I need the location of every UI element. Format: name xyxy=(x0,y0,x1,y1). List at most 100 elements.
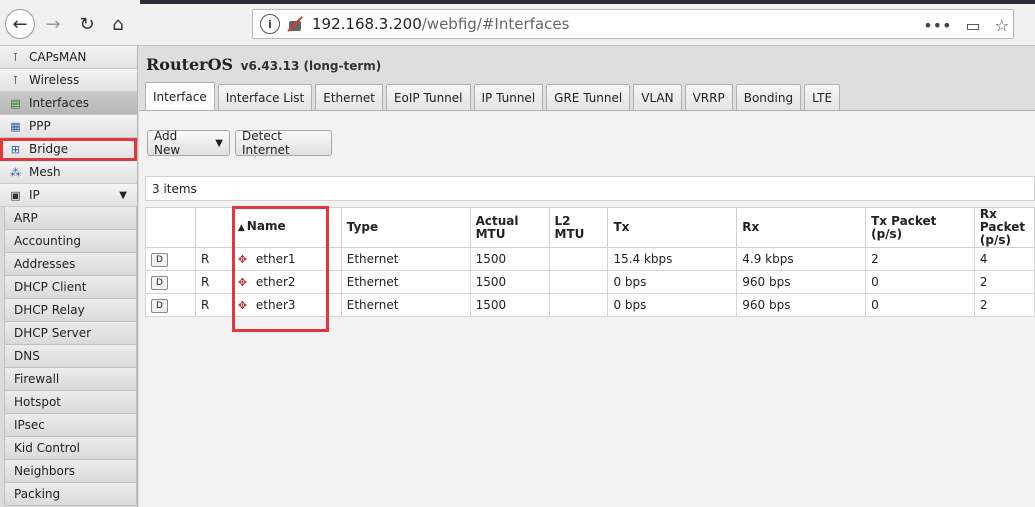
disable-button[interactable]: D xyxy=(151,299,168,313)
ip-icon: ▣ xyxy=(10,188,21,202)
flag-cell: R xyxy=(194,247,233,271)
tab-ip-tunnel[interactable]: IP Tunnel xyxy=(473,84,544,110)
column-header-flags[interactable] xyxy=(194,207,233,248)
info-icon[interactable]: i xyxy=(260,14,280,34)
tab-interface-list[interactable]: Interface List xyxy=(217,84,313,110)
tab-interface[interactable]: Interface xyxy=(145,82,215,110)
address-bar[interactable]: i 192.168.3.200/webfig/#Interfaces ••• ▭… xyxy=(252,9,1014,39)
sidebar-item-label: Interfaces xyxy=(29,96,89,110)
column-header-actual-mtu[interactable]: Actual MTU xyxy=(469,207,550,248)
column-header-rx-packet[interactable]: Rx Packet (p/s) xyxy=(973,207,1035,248)
submenu-item-arp[interactable]: ARP xyxy=(4,207,137,230)
tab-ethernet[interactable]: Ethernet xyxy=(315,84,383,110)
ppp-icon: ▦ xyxy=(10,119,21,133)
type-cell: Ethernet xyxy=(340,247,471,271)
mtu-cell: 1500 xyxy=(469,270,550,294)
browser-toolbar: ← → ↻ ⌂ i 192.168.3.200/webfig/#Interfac… xyxy=(0,0,1035,46)
tab-eoip-tunnel[interactable]: EoIP Tunnel xyxy=(385,84,471,110)
sidebar-item-label: Mesh xyxy=(29,165,61,179)
sidebar-item-wireless[interactable]: ⊺ Wireless xyxy=(0,69,137,92)
flag-cell: R xyxy=(194,270,233,294)
column-header-tx[interactable]: Tx xyxy=(607,207,738,248)
reload-button[interactable]: ↻ xyxy=(72,9,102,39)
disable-button[interactable]: D xyxy=(151,276,168,290)
submenu-item-addresses[interactable]: Addresses xyxy=(4,253,137,276)
type-cell: Ethernet xyxy=(340,293,471,317)
sidebar-item-label: Wireless xyxy=(29,73,80,87)
column-header-tx-packet[interactable]: Tx Packet (p/s) xyxy=(865,207,975,248)
rx-packet-cell: 2 xyxy=(973,270,1035,294)
submenu-item-dns[interactable]: DNS xyxy=(4,345,137,368)
submenu-item-kid-control[interactable]: Kid Control xyxy=(4,437,137,460)
sidebar-item-interfaces[interactable]: ▤ Interfaces xyxy=(0,92,137,115)
mtu-cell: 1500 xyxy=(469,247,550,271)
submenu-item-dhcp-relay[interactable]: DHCP Relay xyxy=(4,299,137,322)
insecure-lock-icon[interactable] xyxy=(286,15,304,33)
column-header-l2-mtu[interactable]: L2 MTU xyxy=(548,207,609,248)
detect-internet-button[interactable]: Detect Internet xyxy=(235,129,332,157)
sidebar-item-bridge[interactable]: ⊞ Bridge xyxy=(0,138,137,161)
tx-cell: 0 bps xyxy=(607,293,738,317)
submenu-item-accounting[interactable]: Accounting xyxy=(4,230,137,253)
column-header-type[interactable]: Type xyxy=(340,207,471,248)
tx-packet-cell: 2 xyxy=(865,247,975,271)
bridge-icon: ⊞ xyxy=(10,142,21,156)
rx-packet-cell: 4 xyxy=(973,247,1035,271)
tx-cell: 0 bps xyxy=(607,270,738,294)
submenu-item-ipsec[interactable]: IPsec xyxy=(4,414,137,437)
bookmark-star-icon[interactable]: ☆ xyxy=(995,16,1009,35)
add-new-label: Add New xyxy=(154,129,181,157)
arrow-left-icon: ← xyxy=(12,13,28,35)
antenna-icon: ⊺ xyxy=(12,50,19,64)
items-count-bar: 3 items xyxy=(145,176,1035,201)
version-label: v6.43.13 (long-term) xyxy=(240,59,382,73)
url-host: 192.168.3.200 xyxy=(312,15,422,33)
submenu-item-hotspot[interactable]: Hotspot xyxy=(4,391,137,414)
name-column-highlight xyxy=(232,206,329,332)
rx-cell: 4.9 kbps xyxy=(736,247,867,271)
arrow-right-icon: → xyxy=(45,13,61,35)
column-header-rx[interactable]: Rx xyxy=(736,207,867,248)
forward-button[interactable]: → xyxy=(38,9,68,39)
home-button[interactable]: ⌂ xyxy=(103,9,133,39)
more-icon[interactable]: ••• xyxy=(923,16,951,35)
add-new-button[interactable]: Add New ▼ xyxy=(147,129,230,157)
submenu-item-packing[interactable]: Packing xyxy=(4,483,137,506)
submenu-item-neighbors[interactable]: Neighbors xyxy=(4,460,137,483)
sidebar-item-ip[interactable]: ▣ IP ▼ xyxy=(0,184,137,207)
sidebar-item-capsman[interactable]: ⊺ CAPsMAN xyxy=(0,46,137,69)
sidebar-item-label: Bridge xyxy=(29,142,69,156)
reload-icon: ↻ xyxy=(79,13,95,35)
submenu-item-dhcp-client[interactable]: DHCP Client xyxy=(4,276,137,299)
mesh-icon: ⁂ xyxy=(10,165,21,179)
rx-cell: 960 bps xyxy=(736,293,867,317)
tab-gre-tunnel[interactable]: GRE Tunnel xyxy=(546,84,631,110)
submenu-item-dhcp-server[interactable]: DHCP Server xyxy=(4,322,137,345)
tab-bar: Interface Interface List Ethernet EoIP T… xyxy=(145,82,841,110)
sidebar-item-label: CAPsMAN xyxy=(29,50,87,64)
tab-vlan[interactable]: VLAN xyxy=(633,84,682,110)
reader-view-icon[interactable]: ▭ xyxy=(966,16,981,35)
rx-cell: 960 bps xyxy=(736,270,867,294)
antenna-icon: ⊺ xyxy=(12,73,19,87)
url-text[interactable]: 192.168.3.200/webfig/#Interfaces xyxy=(312,15,569,33)
tx-packet-cell: 0 xyxy=(865,270,975,294)
submenu-item-firewall[interactable]: Firewall xyxy=(4,368,137,391)
interfaces-icon: ▤ xyxy=(10,96,21,110)
type-cell: Ethernet xyxy=(340,270,471,294)
back-button[interactable]: ← xyxy=(5,9,35,39)
tab-lte[interactable]: LTE xyxy=(804,84,841,110)
l2mtu-cell xyxy=(548,270,609,294)
chevron-down-icon: ▼ xyxy=(119,189,127,201)
chevron-down-icon: ▼ xyxy=(215,137,223,149)
sidebar-item-ppp[interactable]: ▦ PPP xyxy=(0,115,137,138)
sidebar: ⊺ CAPsMAN ⊺ Wireless ▤ Interfaces ▦ PPP ⊞ Bri… xyxy=(0,46,138,507)
url-path: /webfig/#Interfaces xyxy=(421,15,570,33)
sidebar-item-label: IP xyxy=(29,188,40,202)
column-header-buttons[interactable] xyxy=(145,207,196,248)
sidebar-item-mesh[interactable]: ⁂ Mesh xyxy=(0,161,137,184)
flag-cell: R xyxy=(194,293,233,317)
tab-bonding[interactable]: Bonding xyxy=(735,84,802,110)
tab-vrrp[interactable]: VRRP xyxy=(684,84,733,110)
disable-button[interactable]: D xyxy=(151,253,168,267)
